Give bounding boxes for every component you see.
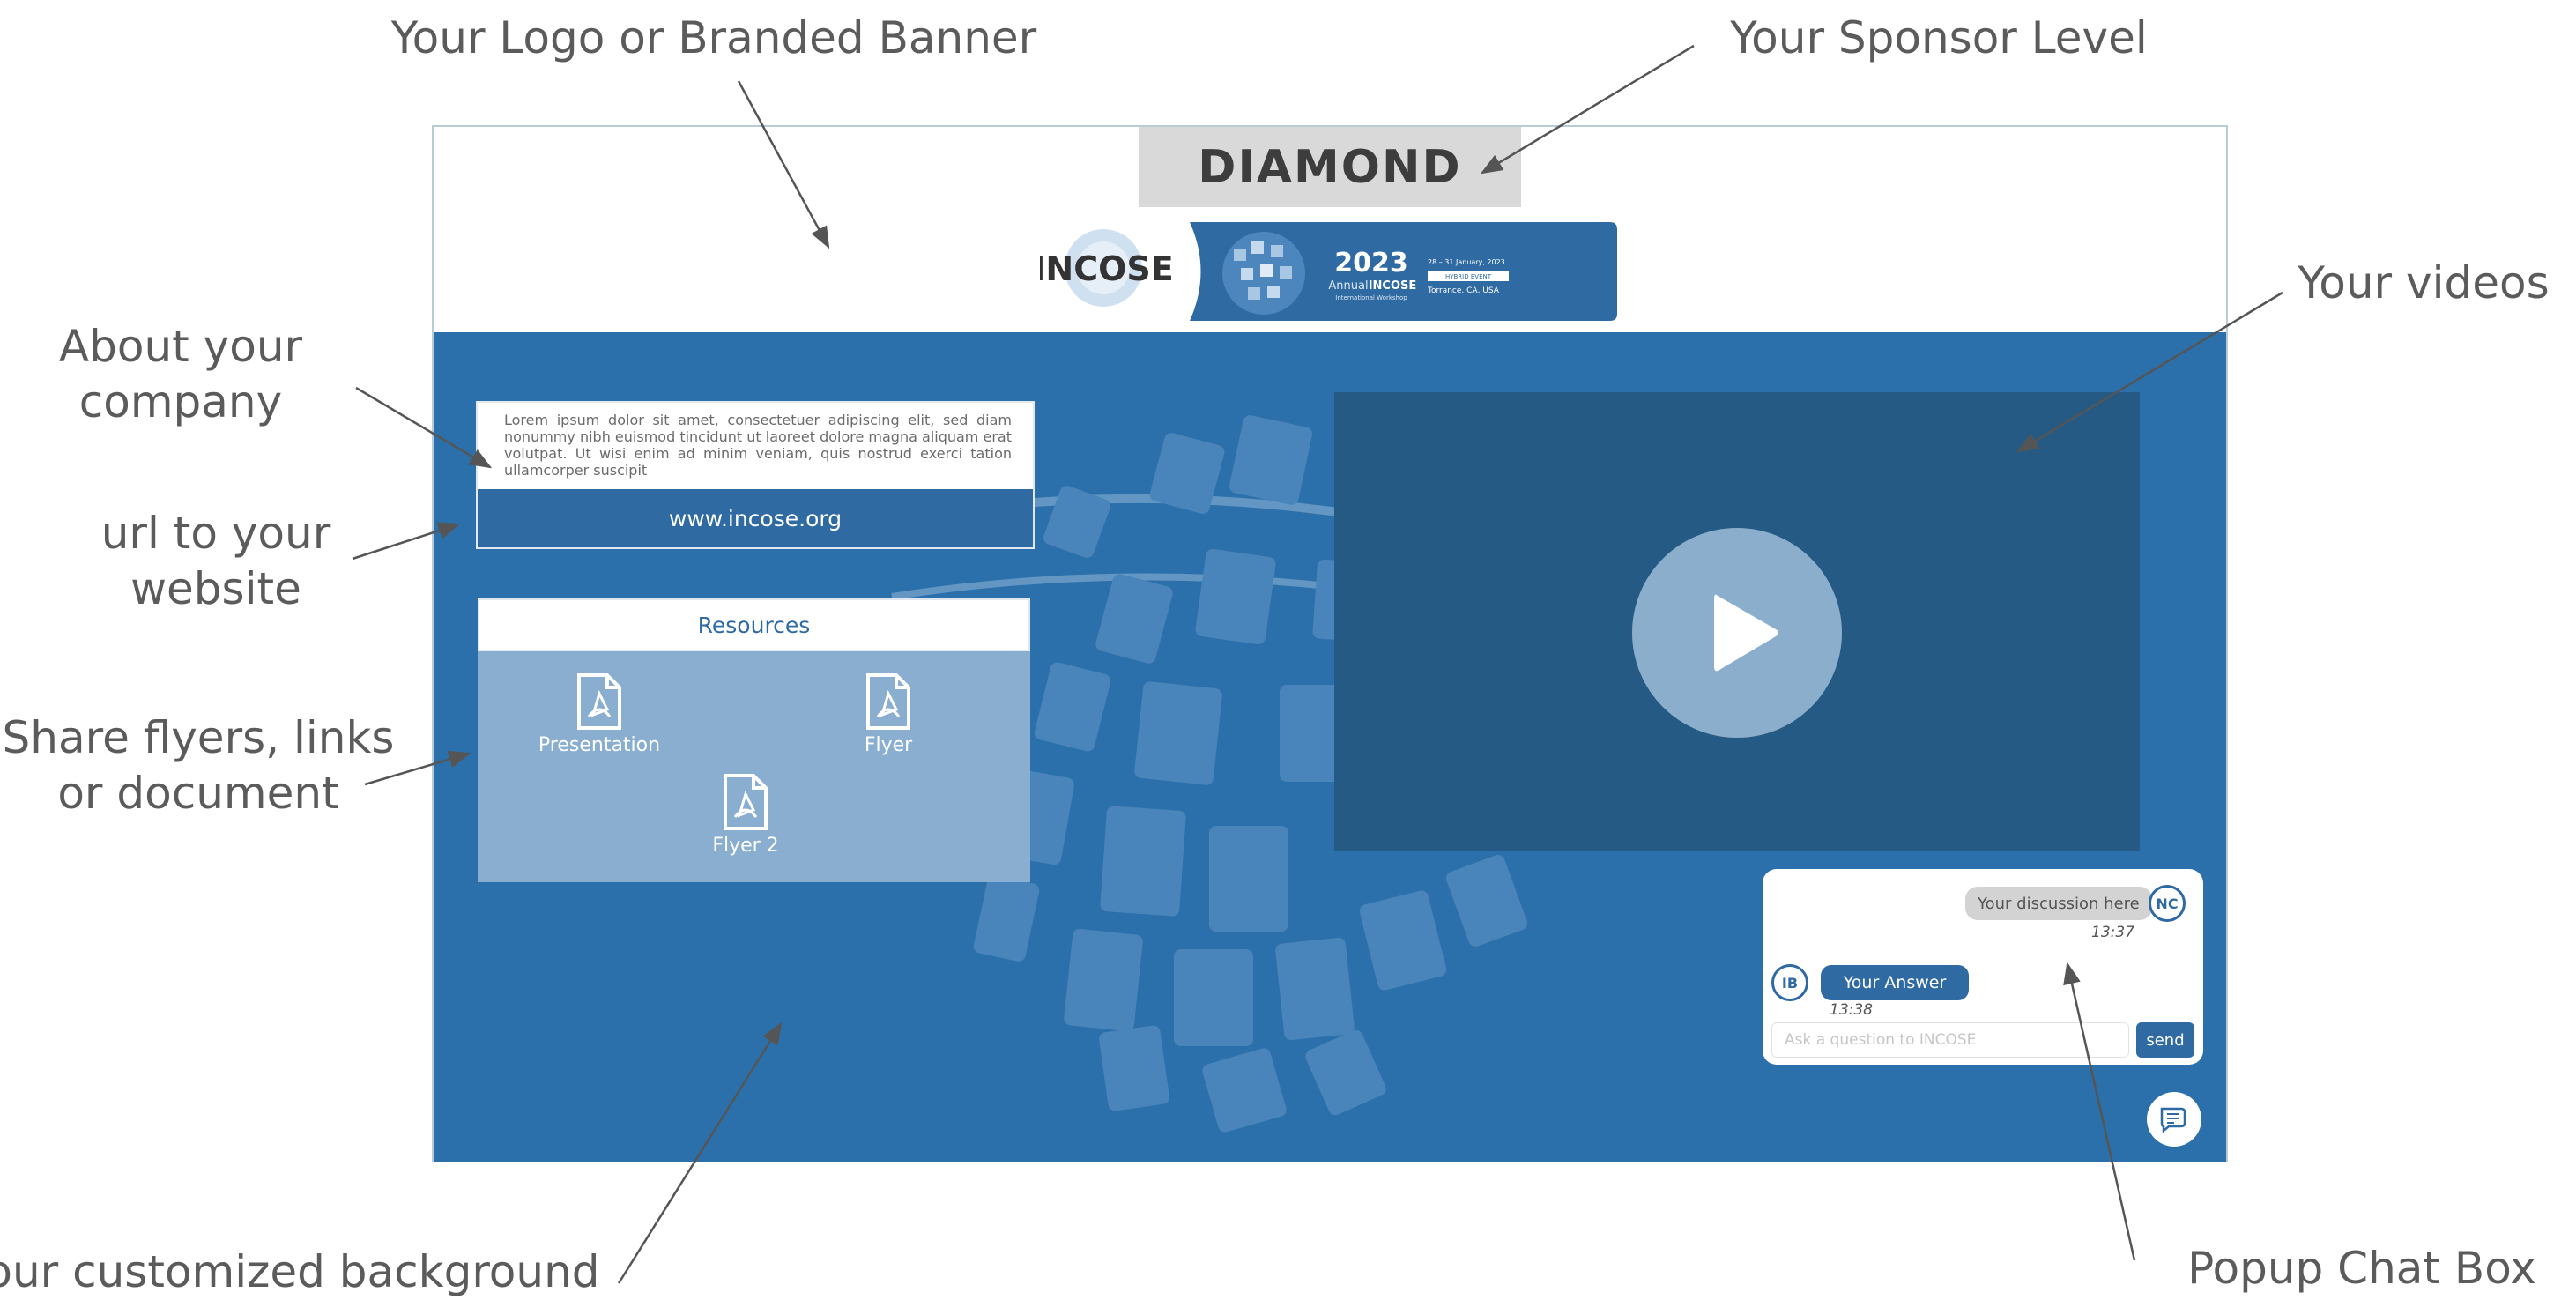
booth-header: DIAMOND INCOSE 2023 Annual INCOSE Intern… (434, 127, 2226, 332)
callout-about: About your company (58, 321, 303, 427)
message-timestamp: 13:37 (2091, 924, 2134, 941)
banner-year: 2023 (1334, 248, 1408, 279)
branded-banner: INCOSE 2023 Annual INCOSE International … (1040, 222, 1617, 321)
send-button[interactable]: send (2136, 1022, 2194, 1058)
callout-videos: Your videos (2298, 257, 2550, 308)
resources-title: Resources (478, 598, 1030, 651)
chat-message-bubble: Your discussion here (1965, 887, 2152, 920)
resources-panel: Resources Presentation Flyer Flyer 2 (478, 598, 1030, 882)
avatar: IB (1771, 964, 1808, 1001)
booth-frame: DIAMOND INCOSE 2023 Annual INCOSE Intern… (432, 125, 2228, 1162)
banner-event-workshop: International Workshop (1335, 294, 1407, 301)
about-company-card: Lorem ipsum dolor sit amet, consectetuer… (476, 401, 1035, 549)
website-url-link[interactable]: www.incose.org (478, 487, 1033, 547)
chat-toggle-button[interactable] (2147, 1092, 2201, 1147)
incose-logo-text: INCOSE (1040, 249, 1174, 288)
resource-label: Flyer (864, 734, 913, 756)
avatar: NC (2149, 885, 2186, 922)
resource-item-flyer-2[interactable]: Flyer 2 (657, 773, 834, 857)
banner-dates: 28 – 31 January, 2023 (1428, 258, 1505, 266)
chat-popup: Your discussion here NC 13:37 IB Your An… (1763, 869, 2203, 1065)
answer-timestamp: 13:38 (1830, 1001, 1873, 1019)
chat-question-input[interactable] (1771, 1022, 2129, 1058)
callout-share: Share flyers, links or document (2, 712, 395, 819)
callout-url: url to your website (100, 508, 331, 614)
chat-answer-bubble: Your Answer (1821, 965, 1969, 1000)
banner-location: Torrance, CA, USA (1427, 286, 1500, 295)
pdf-file-icon (866, 673, 910, 730)
booth-background: Lorem ipsum dolor sit amet, consectetuer… (434, 332, 2226, 1162)
chat-bubble-icon (2160, 1107, 2186, 1133)
resources-list: Presentation Flyer Flyer 2 (478, 651, 1030, 882)
play-button[interactable] (1632, 528, 1842, 738)
callout-background: Your customized background (0, 1246, 600, 1297)
pdf-file-icon (724, 774, 768, 830)
resource-item-presentation[interactable]: Presentation (511, 672, 687, 756)
resource-item-flyer[interactable]: Flyer (800, 672, 976, 756)
callout-chat: Popup Chat Box (2187, 1243, 2536, 1294)
banner-hybrid: HYBRID EVENT (1445, 273, 1492, 280)
callout-logo: Your Logo or Branded Banner (390, 12, 1037, 63)
play-icon (1714, 594, 1778, 672)
banner-event-annual: Annual (1328, 279, 1368, 293)
about-company-text: Lorem ipsum dolor sit amet, consectetuer… (504, 412, 1012, 479)
resource-label: Presentation (538, 734, 661, 756)
banner-event-name: INCOSE (1369, 279, 1417, 293)
sponsor-level-badge: DIAMOND (1139, 127, 1521, 207)
resource-label: Flyer 2 (712, 835, 779, 857)
pdf-file-icon (577, 673, 621, 730)
callout-sponsor-level: Your Sponsor Level (1730, 12, 2148, 63)
globe-mosaic-icon (1222, 232, 1305, 315)
video-player[interactable] (1334, 392, 2140, 851)
